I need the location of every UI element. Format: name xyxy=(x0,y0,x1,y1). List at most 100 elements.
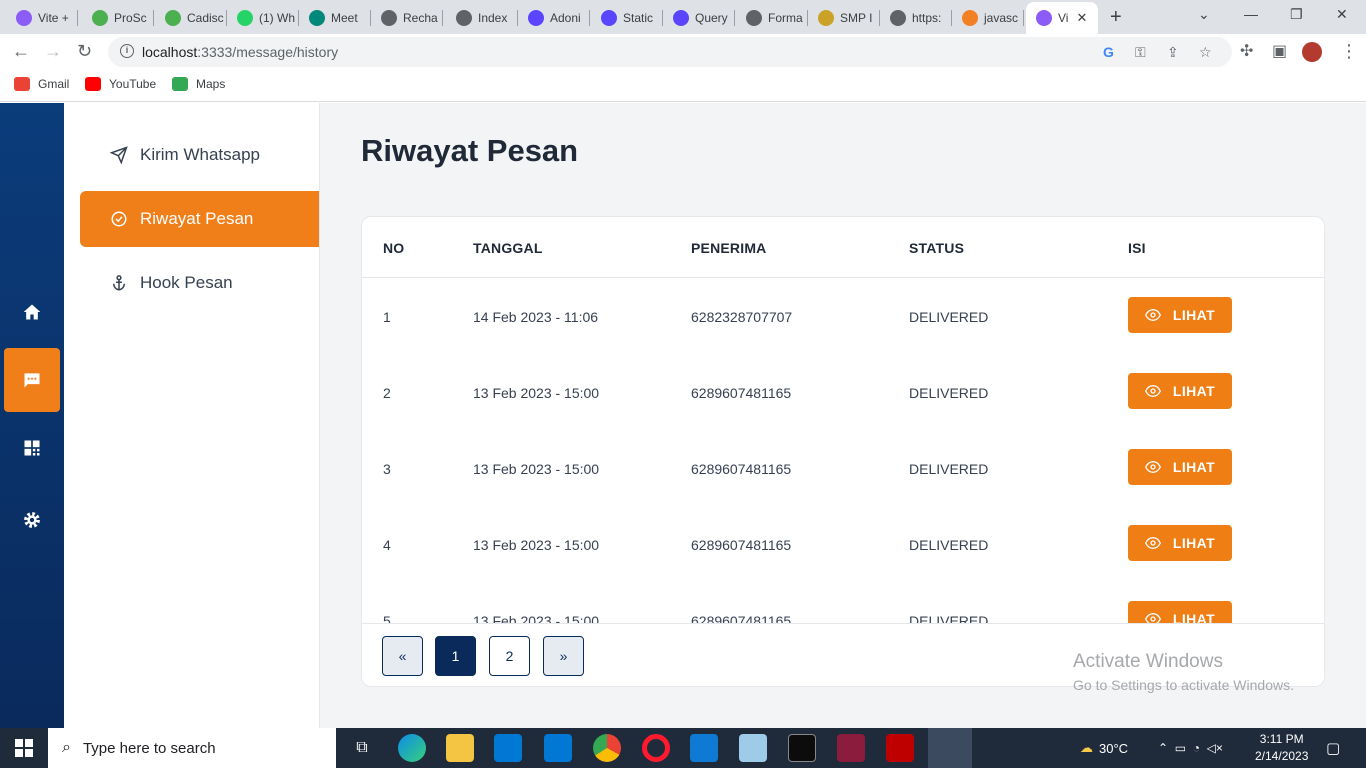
message-icon xyxy=(24,373,40,388)
sidebar-item-kirim-whatsapp[interactable]: Kirim Whatsapp xyxy=(80,127,319,183)
lihat-button[interactable]: LIHAT xyxy=(1128,601,1232,623)
tab-label: Forma xyxy=(768,11,803,25)
winrar-icon[interactable] xyxy=(837,734,865,762)
bookmark-gmail[interactable]: Gmail xyxy=(14,77,69,91)
browser-tab-strip: Vite + ProSc Cadisc (1) Wh Meet Recha Index Ado… xyxy=(0,0,1366,34)
notes-icon[interactable] xyxy=(739,734,767,762)
mail-icon[interactable] xyxy=(544,734,572,762)
tab-label: Query xyxy=(695,11,728,25)
tab-10[interactable]: Forma xyxy=(736,4,808,32)
table-header: NO TANGGAL PENERIMA STATUS ISI xyxy=(362,217,1324,278)
bookmark-label: Gmail xyxy=(38,77,70,91)
tab-4[interactable]: Meet xyxy=(299,4,371,32)
edge-icon[interactable] xyxy=(398,734,426,762)
lihat-button[interactable]: LIHAT xyxy=(1128,297,1232,333)
close-tab-icon[interactable]: ✕ xyxy=(1076,10,1087,26)
chrome-icon[interactable] xyxy=(593,734,621,762)
tab-search-icon[interactable]: ⌄ xyxy=(1198,6,1210,23)
system-tray-icons[interactable]: ⌃ ▭ ◔ ◁× xyxy=(1158,728,1223,768)
tab-label: Vi xyxy=(1058,11,1069,25)
sidebar-item-riwayat-pesan[interactable]: Riwayat Pesan xyxy=(80,191,319,247)
bookmark-youtube[interactable]: YouTube xyxy=(85,77,156,91)
tab-14[interactable]: Vi ✕ xyxy=(1026,2,1098,34)
table-row: 1 14 Feb 2023 - 11:06 6282328707707 DELIVER… xyxy=(362,279,1324,355)
forward-button[interactable]: → xyxy=(44,41,62,62)
key-icon[interactable]: ⚿ xyxy=(1135,44,1146,61)
tab-8[interactable]: Static xyxy=(591,4,663,32)
notifications-icon[interactable]: ▢ xyxy=(1326,728,1340,768)
cell-penerima: 6282328707707 xyxy=(691,309,793,325)
eye-icon xyxy=(1144,307,1161,323)
side-panel-icon[interactable]: ▣ xyxy=(1272,41,1287,61)
cell-no: 1 xyxy=(383,309,391,325)
share-icon[interactable]: ⇪ xyxy=(1167,44,1179,61)
cell-tanggal: 13 Feb 2023 - 15:00 xyxy=(473,461,600,477)
rail-qr[interactable] xyxy=(4,416,60,480)
new-tab-button[interactable]: + xyxy=(1110,6,1122,29)
tab-label: Recha xyxy=(403,11,438,25)
rail-messages[interactable] xyxy=(4,348,60,412)
next-page-button[interactable]: » xyxy=(543,636,584,676)
sidebar-item-hook-pesan[interactable]: Hook Pesan xyxy=(80,255,319,311)
lihat-button[interactable]: LIHAT xyxy=(1128,373,1232,409)
tab-9[interactable]: Query xyxy=(663,4,735,32)
tab-5[interactable]: Recha xyxy=(371,4,443,32)
tab-12[interactable]: https: xyxy=(880,4,952,32)
profile-avatar[interactable] xyxy=(1302,42,1322,62)
opera-icon[interactable] xyxy=(642,734,670,762)
page-2-button[interactable]: 2 xyxy=(489,636,530,676)
terminal-icon[interactable] xyxy=(788,734,816,762)
lihat-button[interactable]: LIHAT xyxy=(1128,525,1232,561)
adonis-icon xyxy=(528,10,544,26)
bookmark-star-icon[interactable]: ☆ xyxy=(1199,44,1212,61)
close-window-button[interactable]: ✕ xyxy=(1336,6,1348,23)
reload-button[interactable]: ↻ xyxy=(77,41,92,62)
file-explorer-icon[interactable] xyxy=(446,734,474,762)
google-icon[interactable]: G xyxy=(1103,44,1114,60)
tab-6[interactable]: Index xyxy=(446,4,518,32)
url-text[interactable]: localhost:3333/message/history xyxy=(142,44,338,60)
extensions-icon[interactable]: ✣ xyxy=(1240,41,1253,61)
cell-penerima: 6289607481165 xyxy=(691,613,792,623)
lihat-button[interactable]: LIHAT xyxy=(1128,449,1232,485)
task-view-icon[interactable]: ⧉ xyxy=(348,734,376,762)
cell-tanggal: 14 Feb 2023 - 11:06 xyxy=(473,309,599,325)
watermark-title: Activate Windows xyxy=(1073,651,1223,672)
cell-status: DELIVERED xyxy=(909,537,989,553)
url-omnibox[interactable]: i localhost:3333/message/history G ⚿ ⇪ ☆ xyxy=(108,37,1232,67)
back-button[interactable]: ← xyxy=(12,41,30,62)
bookmark-label: Maps xyxy=(196,77,226,91)
page-1-button[interactable]: 1 xyxy=(435,636,476,676)
minimize-button[interactable]: — xyxy=(1244,6,1258,22)
vscode-icon[interactable] xyxy=(690,734,718,762)
clock[interactable]: 3:11 PM 2/14/2023 xyxy=(1255,731,1308,765)
tab-11[interactable]: SMP I xyxy=(808,4,880,32)
site-info-icon[interactable]: i xyxy=(120,44,134,58)
prev-page-button[interactable]: « xyxy=(382,636,423,676)
menu-kebab-icon[interactable]: ⋮ xyxy=(1340,41,1358,62)
rail-home[interactable] xyxy=(4,280,60,344)
tab-3[interactable]: (1) Wh xyxy=(227,4,299,32)
tab-0[interactable]: Vite + xyxy=(6,4,78,32)
filezilla-icon[interactable] xyxy=(886,734,914,762)
meet-icon xyxy=(309,10,325,26)
rail-settings[interactable] xyxy=(4,488,60,552)
weather-widget[interactable]: ☁ 30°C xyxy=(1080,728,1128,768)
start-button[interactable] xyxy=(0,728,48,768)
cell-tanggal: 13 Feb 2023 - 15:00 xyxy=(473,385,600,401)
tab-label: Meet xyxy=(331,11,358,25)
taskbar-search[interactable]: ⌕ Type here to search xyxy=(48,728,336,768)
globe-icon xyxy=(456,10,472,26)
watermark-subtitle: Go to Settings to activate Windows. xyxy=(1073,677,1294,693)
bookmark-maps[interactable]: Maps xyxy=(172,77,225,91)
maximize-button[interactable]: ❐ xyxy=(1290,6,1303,23)
tab-2[interactable]: Cadisc xyxy=(155,4,227,32)
lihat-label: LIHAT xyxy=(1172,307,1216,323)
tab-7[interactable]: Adoni xyxy=(518,4,590,32)
tab-13[interactable]: javasc xyxy=(952,4,1024,32)
col-header-status: STATUS xyxy=(909,240,965,256)
active-app-icon[interactable] xyxy=(928,728,972,768)
store-icon[interactable] xyxy=(494,734,522,762)
col-header-tanggal: TANGGAL xyxy=(473,240,543,256)
tab-1[interactable]: ProSc xyxy=(82,4,154,32)
